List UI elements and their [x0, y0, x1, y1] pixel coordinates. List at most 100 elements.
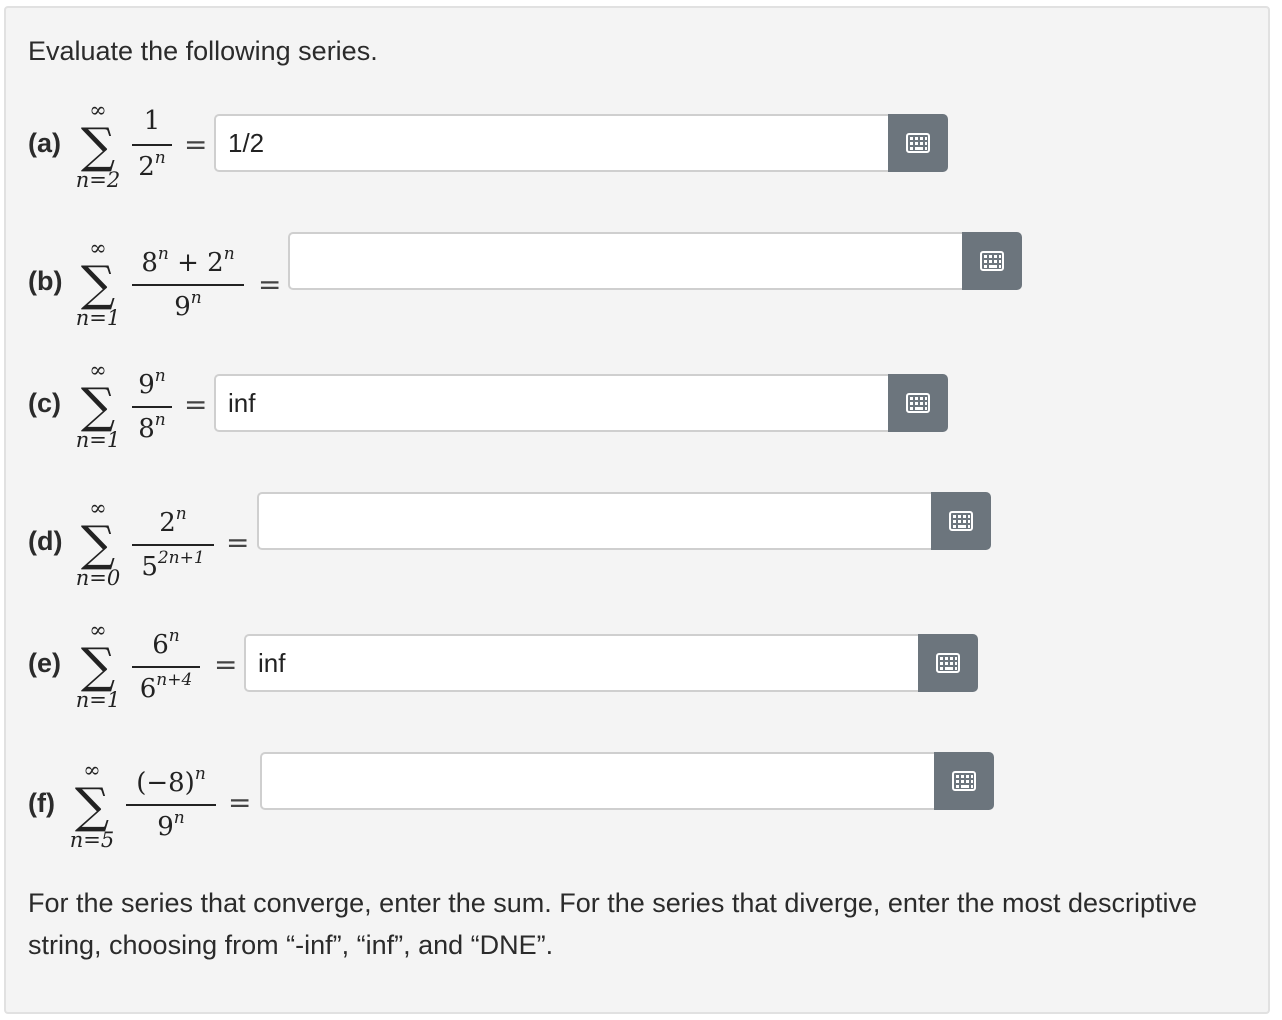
numerator-term-2: 2 — [207, 248, 224, 278]
answer-input-d[interactable] — [257, 492, 931, 550]
denominator: 8n — [132, 410, 172, 444]
denominator-exponent: 2n+1 — [157, 548, 205, 568]
denominator-base: 9 — [174, 292, 191, 322]
denominator-base: 2 — [138, 152, 155, 182]
numerator-exponent: n — [154, 366, 166, 386]
equals-sign: = — [228, 786, 252, 819]
problem-label: (f) — [28, 788, 55, 818]
numerator-term-1: 8 — [141, 248, 158, 278]
sigma-symbol: ∑ — [80, 378, 116, 434]
fraction: 6n 6n+4 — [132, 626, 200, 706]
sum-lower-limit: n=5 — [69, 828, 115, 852]
numerator-base: (−8) — [136, 768, 195, 798]
math-keyboard-button-d[interactable] — [931, 492, 991, 550]
denominator-base: 9 — [157, 812, 174, 842]
keyboard-icon — [906, 133, 930, 153]
denominator-base: 8 — [138, 414, 155, 444]
fraction: (−8)n 9n — [126, 764, 216, 844]
problem-label: (b) — [28, 266, 63, 296]
keyboard-icon — [980, 251, 1004, 271]
math-keyboard-button-b[interactable] — [962, 232, 1022, 290]
answer-input-f[interactable] — [260, 752, 934, 810]
math-keyboard-button-a[interactable] — [888, 114, 948, 172]
answer-input-a[interactable] — [214, 114, 888, 172]
denominator-base: 5 — [141, 552, 158, 582]
numerator-exponent: n — [157, 244, 169, 264]
numerator: (−8)n — [126, 764, 216, 798]
sum-lower-limit: n=2 — [75, 168, 121, 192]
fraction-bar — [132, 406, 172, 408]
sigma-symbol: ∑ — [80, 256, 116, 312]
numerator-exponent: n — [194, 764, 206, 784]
fraction: 2n 52n+1 — [132, 504, 214, 584]
answer-group — [214, 114, 948, 172]
answer-input-c[interactable] — [214, 374, 888, 432]
question-intro: Evaluate the following series. — [28, 36, 378, 66]
fraction: 1 2n — [132, 106, 172, 186]
fraction: 9n 8n — [132, 366, 172, 446]
numerator: 2n — [132, 504, 214, 538]
numerator: 1 — [143, 106, 161, 136]
answer-input-b[interactable] — [288, 232, 962, 290]
keyboard-icon — [936, 653, 960, 673]
problem-label: (c) — [28, 388, 61, 418]
sum-lower-limit: n=1 — [75, 688, 121, 712]
problem-label: (d) — [28, 526, 63, 556]
sum-lower-limit: n=0 — [75, 566, 121, 590]
numerator-base: 9 — [138, 370, 155, 400]
numerator-base: 6 — [152, 630, 169, 660]
numerator-exponent: n — [168, 626, 180, 646]
denominator: 52n+1 — [132, 548, 214, 582]
denominator: 9n — [126, 808, 216, 842]
denominator: 2n — [132, 148, 172, 182]
sigma-symbol: ∑ — [80, 118, 116, 174]
denominator-exponent: n — [154, 148, 166, 168]
denominator-exponent: n — [190, 288, 202, 308]
denominator-exponent: n — [173, 808, 185, 828]
fraction-bar — [132, 284, 244, 286]
problem-label: (a) — [28, 128, 61, 158]
answer-group — [244, 634, 978, 692]
denominator-exponent: n+4 — [156, 670, 193, 690]
keyboard-icon — [949, 511, 973, 531]
fraction-bar — [132, 144, 172, 146]
sigma-symbol: ∑ — [80, 516, 116, 572]
fraction-bar — [132, 544, 214, 546]
denominator-base: 6 — [139, 674, 157, 704]
denominator-exponent: n — [154, 410, 166, 430]
sigma-symbol: ∑ — [80, 638, 116, 694]
answer-group — [260, 752, 994, 810]
denominator: 9n — [132, 288, 244, 322]
fraction-bar — [132, 666, 200, 668]
fraction-bar — [126, 804, 216, 806]
denominator: 6n+4 — [132, 670, 200, 704]
math-keyboard-button-c[interactable] — [888, 374, 948, 432]
question-panel: Evaluate the following series. (a) ∞ ∑ n… — [4, 6, 1270, 1014]
math-keyboard-button-f[interactable] — [934, 752, 994, 810]
numerator: 9n — [132, 366, 172, 400]
keyboard-icon — [952, 771, 976, 791]
equals-sign: = — [214, 648, 238, 681]
sigma-symbol: ∑ — [74, 778, 110, 834]
answer-group — [288, 232, 1022, 290]
math-keyboard-button-e[interactable] — [918, 634, 978, 692]
equals-sign: = — [184, 388, 208, 421]
sum-lower-limit: n=1 — [75, 306, 121, 330]
plus-sign: + — [168, 248, 208, 278]
sum-lower-limit: n=1 — [75, 428, 121, 452]
equals-sign: = — [184, 128, 208, 161]
numerator: 6n — [132, 626, 200, 660]
answer-group — [257, 492, 991, 550]
problem-label: (e) — [28, 648, 61, 678]
equals-sign: = — [226, 526, 250, 559]
numerator-exponent: n — [175, 504, 187, 524]
instructions-text: For the series that converge, enter the … — [28, 888, 1198, 960]
equals-sign: = — [258, 268, 282, 301]
numerator: 8n + 2n — [132, 244, 244, 278]
numerator-exponent: n — [223, 244, 235, 264]
answer-input-e[interactable] — [244, 634, 918, 692]
fraction: 8n + 2n 9n — [132, 244, 244, 324]
numerator-base: 2 — [159, 508, 176, 538]
answer-group — [214, 374, 948, 432]
keyboard-icon — [906, 393, 930, 413]
